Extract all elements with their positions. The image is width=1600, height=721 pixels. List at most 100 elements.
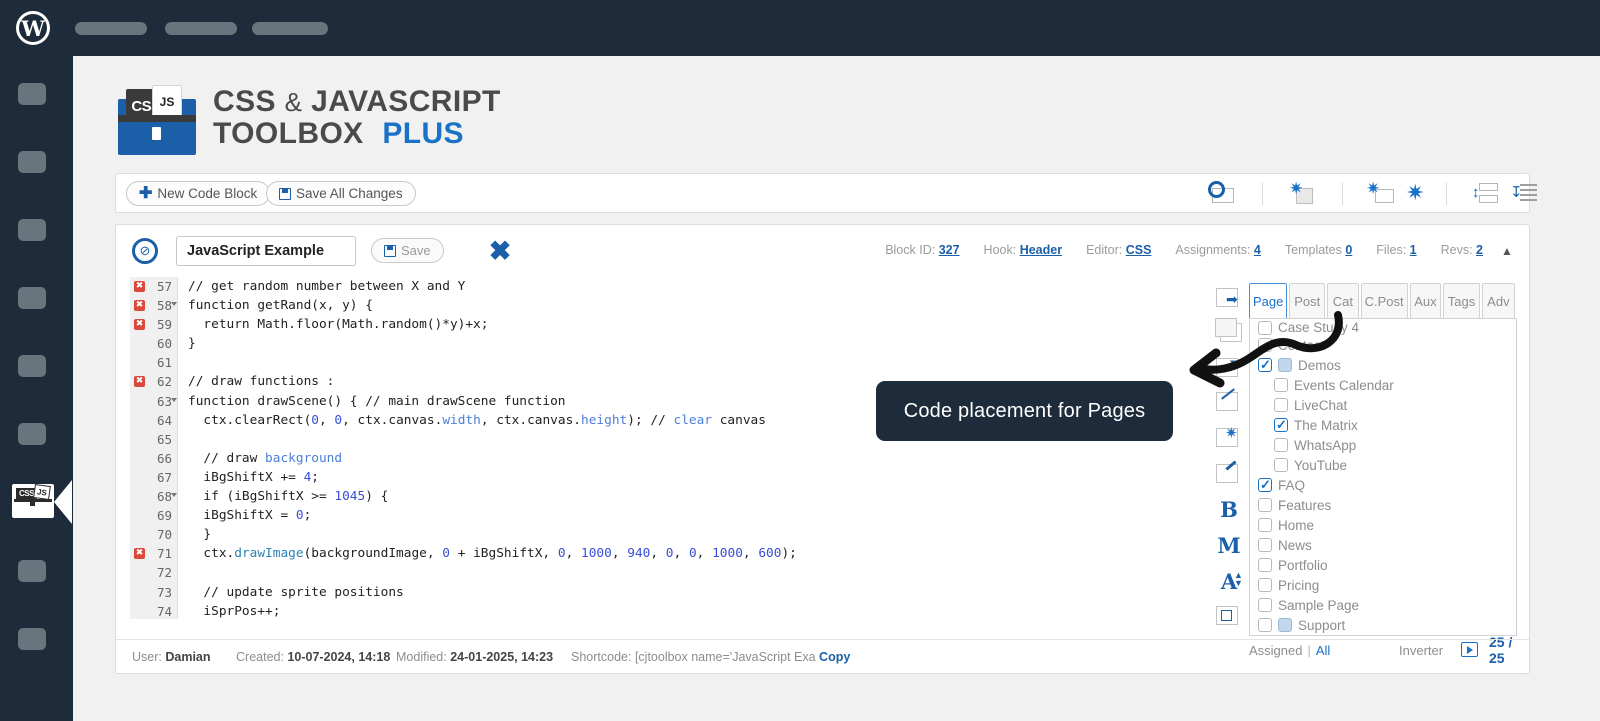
assignment-checkbox[interactable] bbox=[1274, 416, 1288, 433]
assignment-row[interactable]: News bbox=[1250, 535, 1516, 555]
sidebar-item-7[interactable] bbox=[18, 560, 46, 582]
block-title-input[interactable] bbox=[176, 236, 356, 266]
meta-revs: Revs: 2 bbox=[1440, 243, 1483, 257]
assignment-checkbox[interactable] bbox=[1258, 538, 1272, 552]
templates-settings-icon[interactable]: ✷ bbox=[1288, 180, 1318, 206]
minify-m-icon[interactable]: M bbox=[1214, 533, 1244, 559]
blocks-overview-icon[interactable] bbox=[1206, 180, 1236, 206]
code-lines[interactable]: ✖ 57// get random number between X and Y ✖… bbox=[130, 277, 1150, 619]
meta-editor-value[interactable]: CSS bbox=[1126, 243, 1152, 257]
assignment-row[interactable]: FAQ bbox=[1250, 475, 1516, 495]
meta-templates-value[interactable]: 0 bbox=[1345, 243, 1352, 257]
collapse-block-icon[interactable]: ▲ bbox=[1501, 244, 1515, 258]
save-all-changes-button[interactable]: Save All Changes bbox=[266, 181, 416, 206]
meta-hook-value[interactable]: Header bbox=[1020, 243, 1062, 257]
meta-block-id-value[interactable]: 327 bbox=[939, 243, 960, 257]
sidebar-item-3[interactable] bbox=[18, 219, 46, 241]
adminbar-item-2[interactable] bbox=[165, 22, 237, 35]
meta-assignments: Assignments: 4 bbox=[1175, 243, 1261, 257]
code-line[interactable]: ✖ 58 function getRand(x, y) { bbox=[130, 296, 1150, 315]
assignment-checkbox[interactable] bbox=[1258, 578, 1272, 592]
code-line[interactable]: 66 // draw background bbox=[130, 449, 1150, 468]
fold-arrow-icon[interactable] bbox=[171, 397, 177, 402]
adminbar-item-3[interactable] bbox=[252, 22, 328, 35]
assignment-label: The Matrix bbox=[1294, 417, 1358, 433]
bold-b-icon[interactable]: B bbox=[1214, 497, 1244, 523]
assignment-row[interactable]: The Matrix bbox=[1250, 415, 1516, 435]
assignment-checkbox[interactable] bbox=[1258, 558, 1272, 572]
assignment-row[interactable]: Pricing bbox=[1250, 575, 1516, 595]
tab-label: Post bbox=[1294, 293, 1321, 309]
sidebar-item-1[interactable] bbox=[18, 83, 46, 105]
tab-adv[interactable]: Adv bbox=[1481, 283, 1515, 319]
wordpress-logo-icon[interactable]: W bbox=[16, 11, 50, 45]
code-line[interactable]: 74 iSprPos++; bbox=[130, 602, 1150, 619]
sidebar-item-5[interactable] bbox=[18, 355, 46, 377]
collapse-all-icon[interactable]: ↧ bbox=[1508, 180, 1538, 206]
fold-arrow-icon[interactable] bbox=[171, 493, 177, 498]
assignment-row[interactable]: Support bbox=[1250, 615, 1516, 635]
assignment-checkbox[interactable] bbox=[1258, 518, 1272, 532]
assignment-checkbox[interactable] bbox=[1274, 438, 1288, 452]
meta-revs-value[interactable]: 2 bbox=[1476, 243, 1483, 257]
expand-all-icon[interactable]: ↕ bbox=[1470, 180, 1500, 206]
brand-amp: & bbox=[284, 87, 303, 117]
assignment-checkbox[interactable] bbox=[1258, 618, 1272, 632]
meta-assignments-value[interactable]: 4 bbox=[1254, 243, 1261, 257]
footer-created-value: 10-07-2024, 14:18 bbox=[287, 649, 391, 664]
font-size-icon[interactable]: A ▲ ▼ bbox=[1214, 569, 1244, 595]
code-editor[interactable]: ✖ 57// get random number between X and Y ✖… bbox=[130, 277, 1150, 619]
code-line[interactable]: 73 // update sprite positions bbox=[130, 583, 1150, 602]
assignment-checkbox[interactable] bbox=[1258, 498, 1272, 512]
copy-shortcode-button[interactable]: Copy bbox=[819, 650, 850, 664]
assignment-checkbox[interactable] bbox=[1258, 476, 1272, 493]
block-delete-icon[interactable]: ✖ bbox=[486, 237, 514, 265]
code-line[interactable]: 61 bbox=[130, 353, 1150, 372]
global-settings-icon[interactable]: ✷ bbox=[1366, 180, 1396, 206]
code-line[interactable]: ✖ 57// get random number between X and Y bbox=[130, 277, 1150, 296]
assignment-row[interactable]: Features bbox=[1250, 495, 1516, 515]
code-line[interactable]: 60} bbox=[130, 334, 1150, 353]
meta-hook: Hook: Header bbox=[983, 243, 1063, 257]
assignment-label: Portfolio bbox=[1278, 557, 1328, 573]
assignment-row[interactable]: Portfolio bbox=[1250, 555, 1516, 575]
line-number: 70 bbox=[156, 527, 172, 543]
meta-files-value[interactable]: 1 bbox=[1410, 243, 1417, 257]
assignment-row[interactable]: YouTube bbox=[1250, 455, 1516, 475]
adminbar-item-1[interactable] bbox=[75, 22, 147, 35]
sidebar-item-4[interactable] bbox=[18, 287, 46, 309]
block-settings-gear-icon[interactable]: ✷ bbox=[1214, 425, 1244, 451]
block-enable-toggle-icon[interactable]: ⊘ bbox=[132, 238, 158, 264]
tab-tags[interactable]: Tags bbox=[1443, 283, 1480, 319]
sidebar-item-8[interactable] bbox=[18, 628, 46, 650]
sidebar-item-2[interactable] bbox=[18, 151, 46, 173]
save-icon[interactable] bbox=[1214, 603, 1244, 629]
paint-brush-icon[interactable] bbox=[1214, 460, 1244, 487]
assignment-row[interactable]: Sample Page bbox=[1250, 595, 1516, 615]
assignment-checkbox[interactable] bbox=[1258, 598, 1272, 612]
code-line[interactable]: 70 } bbox=[130, 525, 1150, 544]
code-line[interactable]: 72 bbox=[130, 563, 1150, 582]
code-line[interactable]: ✖ 59 return Math.floor(Math.random()*y)+x… bbox=[130, 315, 1150, 334]
tab-aux[interactable]: Aux bbox=[1409, 283, 1442, 319]
pages-assign-icon[interactable]: ➡ bbox=[1214, 285, 1244, 311]
sidebar-item-css-js-toolbox[interactable]: CSS JS bbox=[12, 483, 54, 518]
assignment-row[interactable]: Home bbox=[1250, 515, 1516, 535]
new-code-block-button[interactable]: ✚ New Code Block bbox=[126, 181, 271, 206]
assignment-label: Pricing bbox=[1278, 577, 1320, 593]
code-line[interactable]: 69 iBgShiftX = 0; bbox=[130, 506, 1150, 525]
assignment-label: News bbox=[1278, 537, 1312, 553]
code-line[interactable]: 68 if (iBgShiftX >= 1045) { bbox=[130, 487, 1150, 506]
assignment-row[interactable]: WhatsApp bbox=[1250, 435, 1516, 455]
assignment-checkbox[interactable] bbox=[1274, 458, 1288, 472]
plugin-settings-gear-icon[interactable]: ✷ bbox=[1402, 180, 1432, 206]
fold-arrow-icon[interactable] bbox=[171, 302, 177, 307]
block-save-button[interactable]: Save bbox=[371, 238, 444, 263]
tab-cpost[interactable]: C.Post bbox=[1360, 283, 1408, 319]
code-line[interactable]: 67 iBgShiftX += 4; bbox=[130, 468, 1150, 487]
line-number: 69 bbox=[156, 508, 172, 524]
sidebar-item-6[interactable] bbox=[18, 423, 46, 445]
tab-label: Aux bbox=[1414, 293, 1437, 309]
code-line[interactable]: ✖ 71 ctx.drawImage(backgroundImage, 0 + i… bbox=[130, 544, 1150, 563]
code-text: ctx.drawImage(backgroundImage, 0 + iBgSh… bbox=[188, 546, 797, 562]
